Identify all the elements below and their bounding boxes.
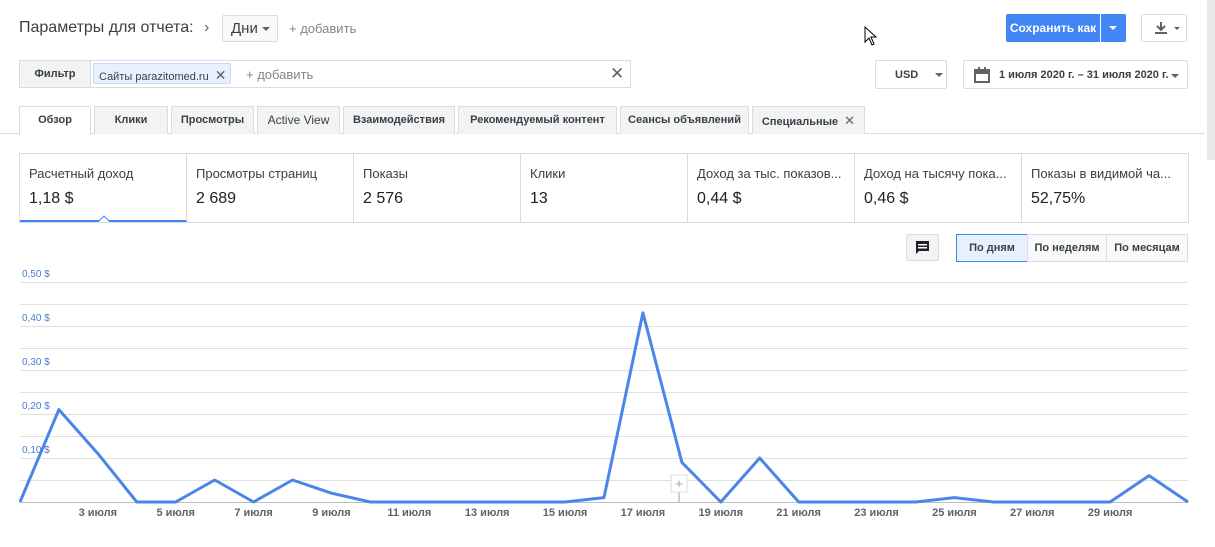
filter-button[interactable]: Фильтр	[19, 60, 91, 88]
x-tick-label: 15 июля	[543, 507, 588, 519]
metric-value: 2 689	[196, 190, 237, 207]
metric-card-rpm[interactable]: Доход за тыс. показов... 0,44 $	[688, 154, 855, 222]
x-tick-label: 7 июля	[234, 507, 272, 519]
metric-label: Показы в видимой ча...	[1031, 166, 1171, 181]
metric-card-page-views[interactable]: Просмотры страниц 2 689	[187, 154, 354, 222]
metric-label: Расчетный доход	[29, 166, 134, 181]
metric-value: 13	[530, 190, 548, 207]
chevron-down-icon	[1171, 74, 1179, 78]
y-tick-label: 0,30 $	[22, 357, 50, 368]
metric-value: 0,46 $	[864, 190, 909, 207]
dimension-label: Дни	[231, 20, 258, 37]
metric-label: Клики	[530, 166, 566, 181]
download-icon	[1155, 22, 1180, 34]
x-tick-label: 21 июля	[776, 507, 821, 519]
metric-card-clicks[interactable]: Клики 13	[521, 154, 688, 222]
x-tick-label: 25 июля	[932, 507, 977, 519]
clear-filter-icon[interactable]: ✕	[610, 64, 624, 84]
metrics-scorecard: Расчетный доход 1,18 $ Просмотры страниц…	[19, 153, 1189, 223]
download-button[interactable]	[1141, 14, 1187, 42]
scrollbar[interactable]	[1207, 0, 1215, 160]
metric-label: Доход на тысячу пока...	[864, 166, 1007, 181]
currency-label: USD	[895, 69, 919, 81]
close-icon[interactable]: ✕	[844, 113, 855, 128]
tab-clicks[interactable]: Клики	[94, 106, 168, 134]
tab-recommended-content[interactable]: Рекомендуемый контент	[458, 106, 617, 134]
y-tick-label: 0,50 $	[22, 270, 50, 280]
x-tick-label: 17 июля	[621, 507, 666, 519]
period-monthly-button[interactable]: По месяцам	[1106, 234, 1188, 262]
metric-card-impression-rpm[interactable]: Доход на тысячу пока... 0,46 $	[855, 154, 1022, 222]
add-dimension-link[interactable]: + добавить	[289, 21, 356, 36]
x-axis-labels: 3 июля 5 июля 7 июля 9 июля 11 июля 13 июля 15…	[79, 507, 1133, 519]
page-title: Параметры для отчета:	[19, 19, 194, 36]
x-tick-label: 3 июля	[79, 507, 117, 519]
chevron-down-icon	[1109, 26, 1117, 30]
add-filter-input[interactable]: + добавить	[246, 67, 313, 82]
tab-ad-sessions[interactable]: Сеансы объявлений	[620, 106, 749, 134]
x-tick-label: 23 июля	[854, 507, 899, 519]
x-tick-label: 11 июля	[387, 507, 431, 519]
y-tick-label: 0,40 $	[22, 313, 50, 324]
filter-chip-label: Сайты parazitomed.ru	[99, 71, 209, 83]
filter-chip[interactable]: Сайты parazitomed.ru ✕	[93, 63, 232, 84]
period-weekly-button[interactable]: По неделям	[1027, 234, 1107, 262]
calendar-icon	[974, 67, 990, 83]
y-tick-label: 0,20 $	[22, 401, 50, 412]
mouse-cursor-icon	[864, 26, 878, 46]
chevron-right-icon: ›	[204, 19, 210, 36]
tab-overview[interactable]: Обзор	[19, 106, 91, 135]
date-range-picker[interactable]: 1 июля 2020 г. – 31 июля 2020 г.	[963, 60, 1188, 89]
metric-label: Просмотры страниц	[196, 166, 318, 181]
comment-icon	[916, 241, 929, 254]
tab-active-view[interactable]: Active View	[257, 106, 340, 134]
series-line	[18, 311, 1189, 504]
x-tick-label: 9 июля	[312, 507, 350, 519]
metric-value: 2 576	[363, 190, 404, 207]
tab-custom-label: Специальные	[761, 116, 839, 128]
chart-grid	[20, 282, 1188, 503]
metric-label: Показы	[363, 166, 408, 181]
save-as-button[interactable]: Сохранить как	[1006, 14, 1100, 42]
chevron-down-icon	[935, 73, 944, 78]
svg-text:+: +	[675, 476, 683, 491]
y-axis-labels: 0,10 $ 0,20 $ 0,30 $ 0,40 $ 0,50 $	[22, 270, 50, 456]
earnings-line-chart: 0,10 $ 0,20 $ 0,30 $ 0,40 $ 0,50 $ 3 июля 5 и…	[18, 270, 1189, 519]
chart-series	[18, 311, 1189, 504]
selected-indicator	[98, 215, 110, 222]
metric-card-estimated-earnings[interactable]: Расчетный доход 1,18 $	[20, 154, 187, 222]
tab-views[interactable]: Просмотры	[171, 106, 254, 134]
metric-card-viewability[interactable]: Показы в видимой ча... 52,75%	[1022, 154, 1188, 222]
date-range-label: 1 июля 2020 г. – 31 июля 2020 г.	[999, 69, 1169, 81]
metric-value: 52,75%	[1031, 190, 1086, 207]
annotation-button[interactable]	[906, 234, 939, 261]
x-tick-label: 29 июля	[1088, 507, 1133, 519]
chevron-down-icon	[261, 27, 270, 32]
add-annotation-marker[interactable]: +	[670, 474, 688, 502]
x-tick-label: 27 июля	[1010, 507, 1055, 519]
metric-value: 1,18 $	[29, 190, 74, 207]
period-daily-button[interactable]: По дням	[956, 234, 1028, 262]
x-tick-label: 5 июля	[156, 507, 194, 519]
metric-card-impressions[interactable]: Показы 2 576	[354, 154, 521, 222]
currency-dropdown[interactable]: USD	[875, 60, 947, 89]
dimension-dropdown[interactable]: Дни	[222, 15, 278, 42]
x-tick-label: 19 июля	[699, 507, 744, 519]
close-icon[interactable]: ✕	[215, 67, 227, 83]
metric-label: Доход за тыс. показов...	[697, 166, 842, 181]
x-tick-label: 13 июля	[465, 507, 510, 519]
save-options-dropdown[interactable]	[1101, 14, 1126, 42]
y-tick-label: 0,10 $	[22, 445, 50, 456]
tab-custom[interactable]: Специальные ✕	[752, 106, 865, 134]
tab-interactions[interactable]: Взаимодействия	[343, 106, 455, 134]
metric-value: 0,44 $	[697, 190, 742, 207]
